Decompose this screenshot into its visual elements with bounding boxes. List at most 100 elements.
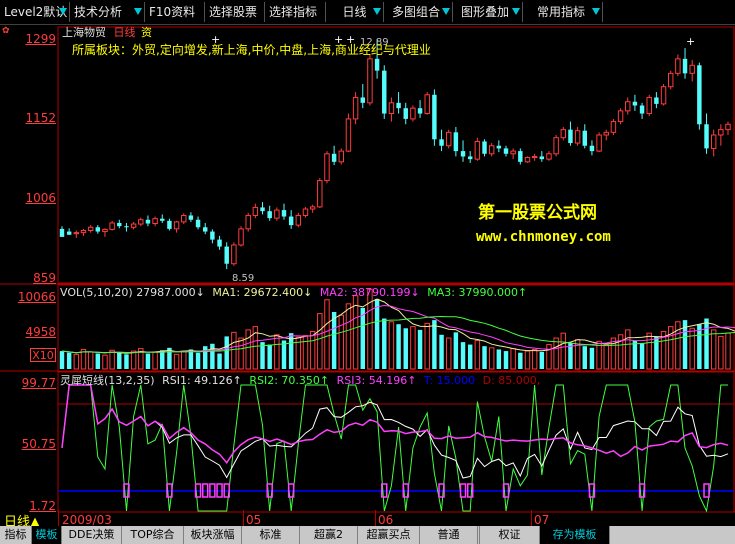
volume-bar-up <box>603 344 609 370</box>
volume-bar-up <box>488 347 495 370</box>
menu-label: 选择股票 <box>209 5 258 19</box>
candle-body-down <box>360 97 365 103</box>
menu-label: 技术分析 <box>74 5 123 19</box>
candle-body-up <box>424 94 430 115</box>
volume-bar-up <box>710 329 717 370</box>
candle-body-down <box>160 218 165 221</box>
price-axis-bottom: 859 <box>33 271 56 285</box>
tab-dde[interactable]: DDE决策 <box>62 526 122 544</box>
tab-normal[interactable]: 普通 <box>420 526 478 544</box>
volume-bar-down <box>203 346 208 369</box>
menu-daily[interactable]: 日线 <box>326 2 384 22</box>
menu-label: 选择指标 <box>269 5 318 19</box>
candle-body-down <box>210 231 215 240</box>
date-tick <box>58 510 59 526</box>
volume-bar-up <box>474 339 481 370</box>
menu-multi-chart[interactable]: 多图组合 <box>384 2 453 22</box>
candle-body-up <box>317 180 323 208</box>
candle-body-up <box>689 64 695 74</box>
candle-body-up <box>660 86 667 105</box>
price-axis-top: 1299 <box>25 32 56 46</box>
candle-body-down <box>503 148 509 154</box>
candlestick-chart[interactable]: 第一股票公式网 www.chnmoney.com 12.89 8.59 + + … <box>0 25 735 526</box>
vol-ma3: MA3: 37990.000↑ <box>427 286 528 299</box>
candle-body-up <box>238 228 244 246</box>
candle-body-up <box>102 228 108 233</box>
candle-body-up <box>560 129 567 139</box>
volume-bar-up <box>524 350 531 370</box>
candle-body-down <box>331 153 337 162</box>
candle-body-up <box>553 137 559 155</box>
candle-body-down <box>518 151 523 162</box>
volume-bar-up <box>152 351 158 370</box>
volume-bar-down <box>496 349 502 369</box>
volume-bar-down <box>195 352 201 369</box>
volume-bar-up <box>510 348 516 370</box>
tab-top[interactable]: TOP综合 <box>122 526 184 544</box>
bottom-tab-bar: 指标 模板 DDE决策 TOP综合 板块涨幅 标准 超赢2 超赢买点 普通 权证… <box>0 526 735 544</box>
menu-overlay[interactable]: 图形叠加 <box>453 2 523 22</box>
rsi-t-value: T: 15.000 <box>423 374 476 387</box>
candle-body-up <box>367 58 373 104</box>
volume-bar-down <box>439 334 444 369</box>
rsi2-value: RSI2: 70.350↑ <box>249 374 330 387</box>
candle-body-down <box>288 216 294 226</box>
tab-warrant[interactable]: 权证 <box>480 526 540 544</box>
volume-bar-up <box>646 332 652 370</box>
candle-body-down <box>281 210 287 217</box>
price-panel-frame <box>57 26 735 284</box>
menu-select-indicator[interactable]: 选择指标 <box>265 2 326 22</box>
candle-body-up <box>596 134 602 152</box>
volume-bar-down <box>396 324 401 369</box>
tab-chaoying2[interactable]: 超赢2 <box>300 526 358 544</box>
candle-body-down <box>432 94 437 140</box>
candle-body-down <box>467 156 473 160</box>
date-label-4: 07 <box>534 513 550 527</box>
rsi-legend: 灵犀短线(13,2,35) RSI1: 49.126↑ RSI2: 70.350… <box>60 372 540 388</box>
candle-body-up <box>445 131 452 147</box>
volume-bar-down <box>482 346 487 369</box>
volume-bar-up <box>531 348 538 370</box>
tab-save-template[interactable]: 存为模板 <box>540 526 610 544</box>
candle-body-down <box>439 139 444 146</box>
candle-body-up <box>152 218 158 225</box>
tab-template[interactable]: 模板 <box>32 526 62 544</box>
volume-bar-up <box>274 334 280 370</box>
tab-chaoying-buy[interactable]: 超赢买点 <box>358 526 420 544</box>
menu-technical-analysis[interactable]: 技术分析 <box>70 2 145 22</box>
tab-sector-rise[interactable]: 板块涨幅 <box>184 526 242 544</box>
candle-body-up <box>338 150 345 163</box>
candle-body-up <box>231 244 237 265</box>
vol-axis-mid: 4958 <box>25 325 56 339</box>
candle-body-up <box>173 221 180 230</box>
candle-body-down <box>654 97 659 104</box>
candle-body-up <box>617 110 624 123</box>
candle-body-up <box>73 232 80 235</box>
tab-standard[interactable]: 标准 <box>242 526 300 544</box>
candle-body-up <box>510 150 516 155</box>
volume-bar-down <box>281 340 287 369</box>
menu-label: 多图组合 <box>392 5 441 19</box>
rsi-axis-top: 99.77 <box>21 376 56 390</box>
menu-common-indicator[interactable]: 常用指标 <box>523 2 603 22</box>
candle-body-down <box>682 58 688 74</box>
menu-label: 常用指标 <box>537 5 586 19</box>
candle-body-up <box>675 58 681 74</box>
candle-body-up <box>710 134 717 149</box>
volume-bar-up <box>388 321 395 370</box>
volume-bar-up <box>109 349 115 370</box>
tab-indicator[interactable]: 指标 <box>0 526 32 544</box>
candle-body-down <box>417 108 423 114</box>
volume-bar-up <box>87 351 94 370</box>
volume-bar-down <box>589 347 595 369</box>
watermark-cn: 第一股票公式网 <box>478 202 597 223</box>
candle-body-up <box>488 145 495 155</box>
menu-select-stock[interactable]: 选择股票 <box>205 2 265 22</box>
volume-bar-up <box>617 334 624 370</box>
menu-f10-info[interactable]: F10资料 <box>145 2 205 22</box>
candle-body-down <box>374 58 380 71</box>
candle-body-up <box>625 101 631 112</box>
candle-body-up <box>725 123 731 131</box>
volume-bar-up <box>560 332 567 370</box>
menu-level2-default[interactable]: Level2默认 <box>0 2 70 22</box>
